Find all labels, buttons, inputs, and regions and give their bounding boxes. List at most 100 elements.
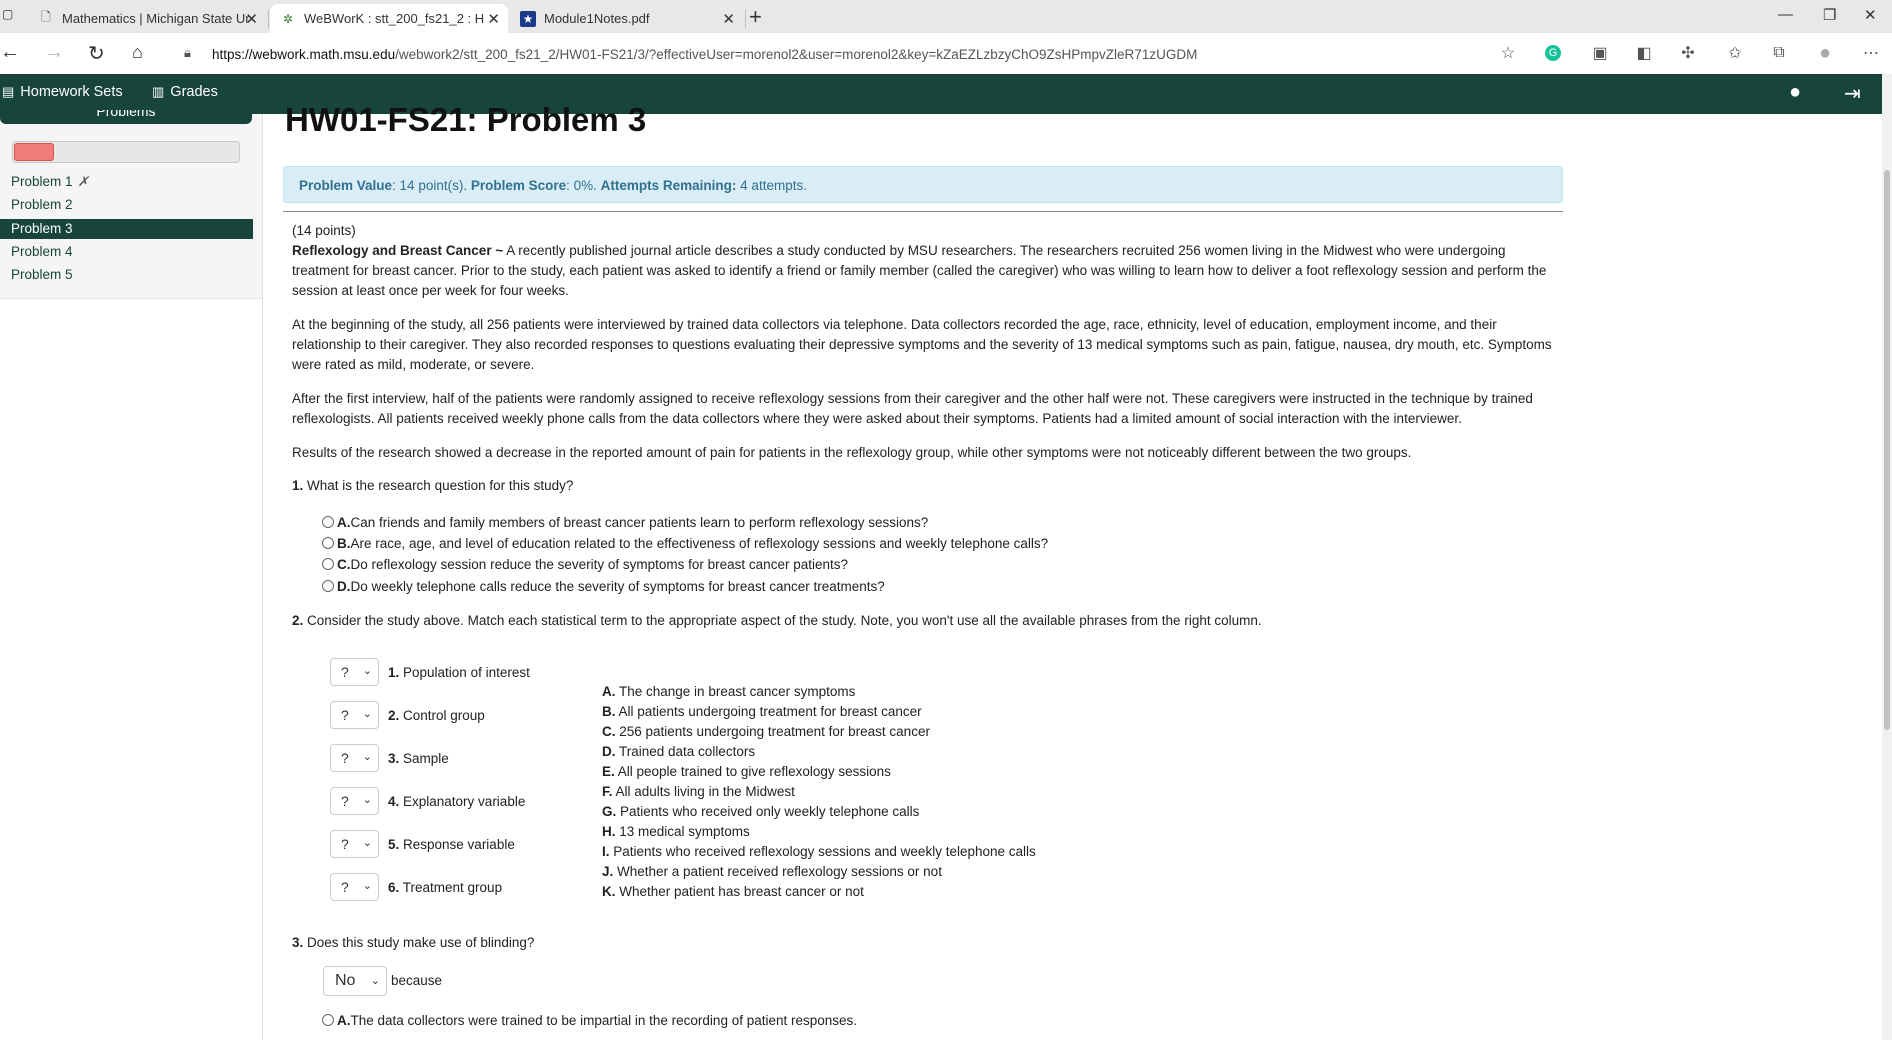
homework-sets-link[interactable]: ▤ Homework Sets	[2, 84, 123, 100]
term-number: 6.	[388, 880, 400, 895]
sidebar-item-problem-2[interactable]: Problem 2	[0, 195, 253, 215]
match-select-1[interactable]: ? ⌄	[330, 658, 379, 686]
pdf-favicon-icon: ★	[520, 10, 536, 27]
question-text: Does this study make use of blinding?	[303, 935, 535, 950]
tab-title: WeBWorK : stt_200_fs21_2 : HW0	[304, 11, 484, 26]
radio-button[interactable]	[322, 558, 334, 570]
url-field[interactable]: https://webwork.math.msu.edu/webwork2/st…	[212, 41, 1562, 67]
browser-tab-webwork[interactable]: ✲ WeBWorK : stt_200_fs21_2 : HW0 ✕	[270, 4, 508, 33]
phrase-letter: E.	[602, 764, 615, 779]
match-select-5[interactable]: ? ⌄	[330, 830, 379, 858]
close-window-icon[interactable]: ✕	[1864, 6, 1877, 24]
option-text: Can friends and family members of breast…	[350, 514, 929, 530]
term-label: Response variable	[399, 837, 515, 852]
term-label: Population of interest	[399, 665, 530, 680]
problem-score: : 0%.	[566, 178, 601, 193]
logout-icon[interactable]: ⇥	[1844, 81, 1861, 106]
phrase-a: A. The change in breast cancer symptoms	[602, 682, 855, 702]
q1-option-b[interactable]: B. Are race, age, and level of education…	[322, 533, 1048, 553]
problems-sidebar: Problems Problem 1 ✗ Problem 2 Problem 3 …	[0, 110, 263, 299]
sidebar-item-problem-3[interactable]: Problem 3	[0, 219, 253, 239]
phrase-text: 13 medical symptoms	[615, 824, 750, 839]
radio-button[interactable]	[322, 580, 334, 592]
option-text: Do weekly telephone calls reduce the sev…	[350, 578, 885, 594]
back-icon[interactable]: ←	[0, 41, 20, 64]
match-select-4[interactable]: ? ⌄	[330, 787, 379, 815]
q1-option-d[interactable]: D. Do weekly telephone calls reduce the …	[322, 576, 885, 596]
lock-icon[interactable]: 🔒︎	[184, 45, 191, 61]
grades-link[interactable]: ▥ Grades	[152, 84, 218, 100]
intro-heading: Reflexology and Breast Cancer ~	[292, 243, 504, 258]
question-number: 1.	[292, 478, 304, 493]
browser-tab-module-notes[interactable]: ★ Module1Notes.pdf ✕	[510, 4, 743, 33]
sidebar-item-problem-1[interactable]: Problem 1 ✗	[0, 172, 253, 192]
extension-icon[interactable]: ◧	[1633, 42, 1655, 64]
blinding-select[interactable]: No ⌄	[323, 966, 387, 996]
radio-button[interactable]	[322, 1014, 334, 1026]
q1-option-a[interactable]: A. Can friends and family members of bre…	[322, 512, 928, 532]
chevron-down-icon: ⌄	[362, 665, 372, 677]
extension-icon[interactable]: ▣	[1589, 42, 1611, 64]
forward-icon[interactable]: →	[44, 41, 64, 64]
q3-option-a[interactable]: A. The data collectors were trained to b…	[322, 1010, 857, 1030]
close-tab-icon[interactable]: ✕	[487, 10, 500, 28]
page-icon: 🗋	[41, 10, 51, 24]
home-icon[interactable]: ⌂	[132, 42, 143, 63]
phrase-letter: F.	[602, 784, 613, 799]
refresh-icon[interactable]: ↻	[88, 41, 105, 66]
radio-button[interactable]	[322, 516, 334, 528]
intro-paragraph: Reflexology and Breast Cancer ~ A recent…	[292, 241, 1557, 301]
favorites-icon[interactable]: ✩	[1724, 42, 1746, 64]
option-text: Are race, age, and level of education re…	[350, 535, 1049, 551]
puzzle-icon[interactable]: ✣	[1677, 42, 1699, 64]
close-tab-icon[interactable]: ✕	[722, 10, 735, 28]
q1-option-c[interactable]: C. Do reflexology session reduce the sev…	[322, 554, 848, 574]
chevron-down-icon: ⌄	[362, 880, 372, 892]
phrase-letter: K.	[602, 884, 616, 899]
profile-avatar-icon[interactable]: ●	[1814, 42, 1836, 64]
phrase-f: F. All adults living in the Midwest	[602, 782, 795, 802]
phrase-letter: I.	[602, 844, 610, 859]
match-select-6[interactable]: ? ⌄	[330, 873, 379, 901]
phrase-letter: D.	[602, 744, 616, 759]
paragraph-4: Results of the research showed a decreas…	[292, 445, 1412, 460]
sidebar-item-problem-4[interactable]: Problem 4	[0, 242, 253, 262]
browser-tab-mathematics[interactable]: 🗋 Mathematics | Michigan State Ur ✕	[28, 4, 266, 33]
close-tab-icon[interactable]: ✕	[245, 10, 258, 28]
book-icon: ▤	[2, 84, 15, 99]
tab-title: Module1Notes.pdf	[544, 11, 650, 26]
new-tab-icon[interactable]: +	[749, 4, 762, 30]
grammarly-icon[interactable]: G	[1545, 45, 1561, 61]
restore-icon[interactable]: ❐	[1823, 6, 1836, 24]
select-value: ?	[341, 793, 349, 809]
question-3: 3. Does this study make use of blinding?	[292, 935, 534, 950]
address-bar-row: ← → ↻ ⌂ 🔒︎ https://webwork.math.msu.edu /…	[0, 33, 1892, 75]
more-menu-icon[interactable]: ⋯	[1860, 42, 1882, 64]
sidebar-item-label: Problem 4	[11, 244, 73, 259]
url-host: https://webwork.math.msu.edu	[212, 46, 396, 62]
phrase-letter: C.	[602, 724, 616, 739]
phrase-g: G. Patients who received only weekly tel…	[602, 802, 919, 822]
chevron-down-icon: ⌄	[362, 751, 372, 763]
sidebar-divider	[262, 298, 263, 1040]
match-term-1: 1. Population of interest	[388, 665, 530, 680]
phrase-text: All people trained to give reflexology s…	[614, 764, 891, 779]
user-account-icon[interactable]: ●	[1789, 81, 1801, 104]
match-select-2[interactable]: ? ⌄	[330, 701, 379, 729]
radio-button[interactable]	[322, 537, 334, 549]
scrollbar-thumb[interactable]	[1884, 170, 1890, 730]
points-text: (14 points)	[292, 223, 356, 238]
phrase-text: Whether patient has breast cancer or not	[615, 884, 864, 899]
term-number: 4.	[388, 794, 400, 809]
chevron-down-icon: ⌄	[362, 708, 372, 720]
favorites-add-icon[interactable]: ☆	[1497, 42, 1519, 64]
sidebar-item-problem-5[interactable]: Problem 5	[0, 265, 253, 285]
match-select-3[interactable]: ? ⌄	[330, 744, 379, 772]
page-scrollbar[interactable]	[1882, 74, 1892, 1040]
window-menu-icon[interactable]: ▢	[2, 7, 13, 21]
incorrect-mark-icon: ✗	[77, 174, 89, 189]
minimize-icon[interactable]: —	[1778, 6, 1793, 23]
problem-value: : 14 point(s).	[392, 178, 471, 193]
collections-icon[interactable]: ⧉	[1768, 42, 1790, 64]
sidebar-item-label: Problem 2	[11, 197, 73, 212]
